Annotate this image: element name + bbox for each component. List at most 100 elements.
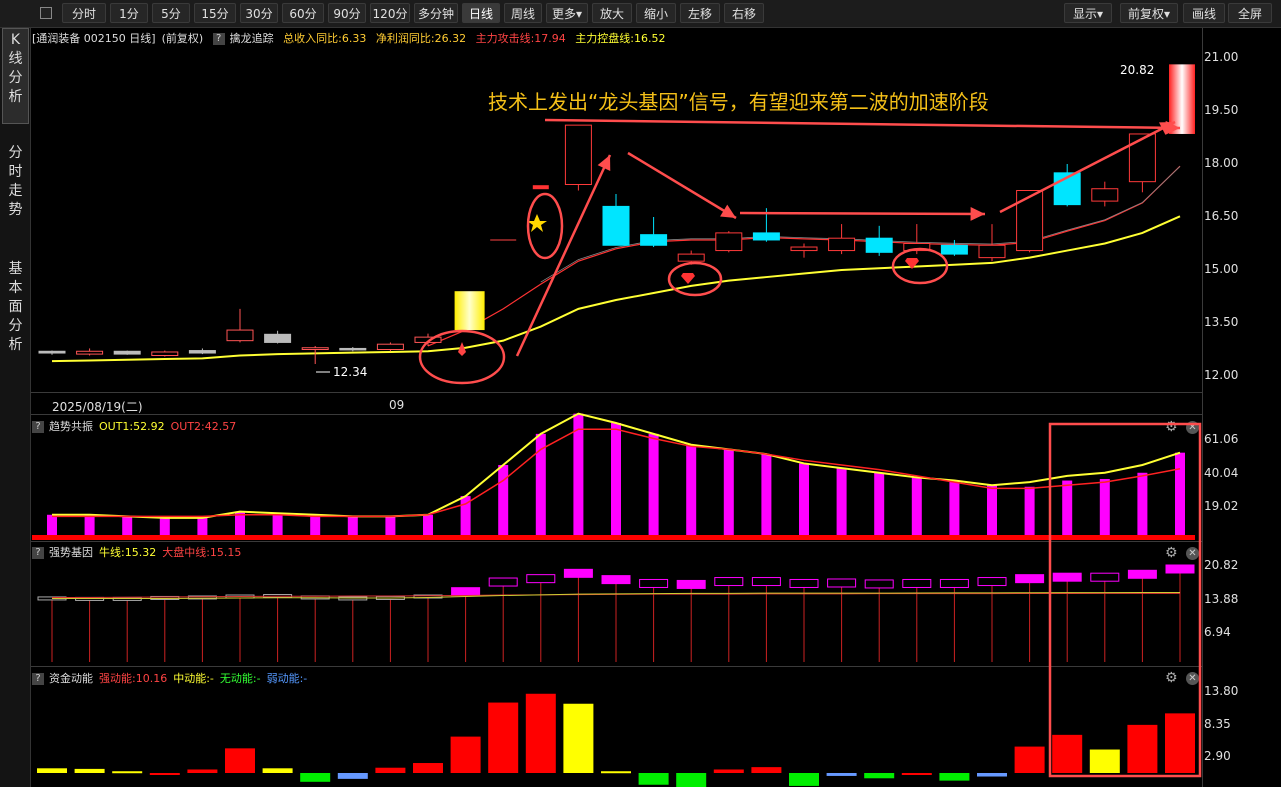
chart-canvas: 20.82 12.34 [32,63,1202,787]
candle [532,185,549,190]
fund-bar [375,767,406,773]
fund-bar [450,736,481,773]
fund-bar [789,773,819,786]
rocket-icon [458,342,466,356]
fund-bar [112,771,143,774]
gene-bar [488,577,518,587]
trend-bar [836,468,847,535]
ma-line-gray [540,166,1181,283]
candle [940,244,968,255]
fund-bar [751,767,782,773]
trend-bar [686,444,697,535]
candle [978,244,1006,259]
gene-bar [526,574,556,584]
candle [264,333,292,343]
candle [76,350,104,355]
gene-bar [1090,572,1120,582]
price-high-label: 20.82 [1120,63,1154,77]
candle [301,347,329,351]
trend-bar [1137,472,1148,535]
fund-bar [601,771,631,774]
gene-bar [601,575,631,585]
candle [564,124,592,185]
fund-bar [713,769,744,773]
candle [1016,190,1044,252]
fund-bar [1052,734,1083,773]
trend-bar [310,514,321,535]
fund-bar [262,768,293,773]
trend-bar [911,477,922,535]
fund-bar [901,773,932,775]
trend-bar [159,517,170,535]
fund-bar [187,769,218,773]
trend-bar [47,514,57,535]
candle [226,329,254,342]
fund-bar [1127,724,1158,773]
candle [454,291,485,331]
gene-bar [1015,574,1045,584]
gene-bar [639,578,669,588]
candle [865,237,893,253]
fund-bar [337,773,368,779]
diamond-icon [681,273,695,284]
gene-bar [714,577,744,587]
candle [1128,133,1156,183]
price-low-label: 12.34 [333,365,367,379]
highlight-circle [667,261,723,297]
trend-bar [122,516,133,535]
trend-bar [611,422,621,535]
trend-bar [84,514,95,535]
fund-bar [1014,746,1045,773]
candle [640,234,668,246]
trend-bar [949,480,960,535]
fund-bar [977,773,1007,777]
gene-bar [1052,572,1082,582]
candle [715,232,743,252]
gene-bar [676,579,706,589]
candle [602,205,630,246]
trend-bar [347,516,358,535]
gene-bar [451,587,481,597]
fund-bar [225,748,255,773]
candle [339,347,367,351]
candle [790,246,818,252]
gene-bar [827,578,857,588]
candle [113,350,141,355]
annotation-arrow [739,211,986,216]
star-icon [527,214,547,232]
trend-bar [799,463,809,535]
fund-bar [638,773,669,785]
gene-bar [1165,564,1195,574]
candle [151,351,179,357]
trend-bar [987,485,997,535]
fund-bar [1089,749,1120,773]
fund-bar [525,693,556,773]
trend-bar [1062,480,1073,535]
fund-bar [488,702,519,773]
trend-bar [648,433,659,535]
fund-bar [149,773,180,775]
fund-bar [300,773,331,782]
candle [677,253,705,262]
trend-bar [498,464,509,535]
trend-bar [1099,478,1110,535]
gene-bar [563,568,593,578]
fund-bar [74,768,105,773]
fund-bar [676,773,707,787]
trend-bar [1175,452,1185,535]
gene-bar [751,577,781,587]
trend-bar [874,472,885,535]
fund-bar [37,768,67,773]
candle [376,343,404,351]
fund-bar [1165,713,1195,773]
annotation-arrow [544,118,1181,130]
trend-bar [385,516,396,535]
annotation-text: 技术上发出“龙头基因”信号，有望迎来第二波的加速阶段 [488,90,989,114]
candle [1091,188,1119,202]
gene-bar [977,577,1007,587]
gene-bar [902,578,932,588]
trend-baseline [32,535,1195,540]
candle [828,237,856,252]
gene-bar [939,578,969,588]
gene-bar [789,578,819,588]
